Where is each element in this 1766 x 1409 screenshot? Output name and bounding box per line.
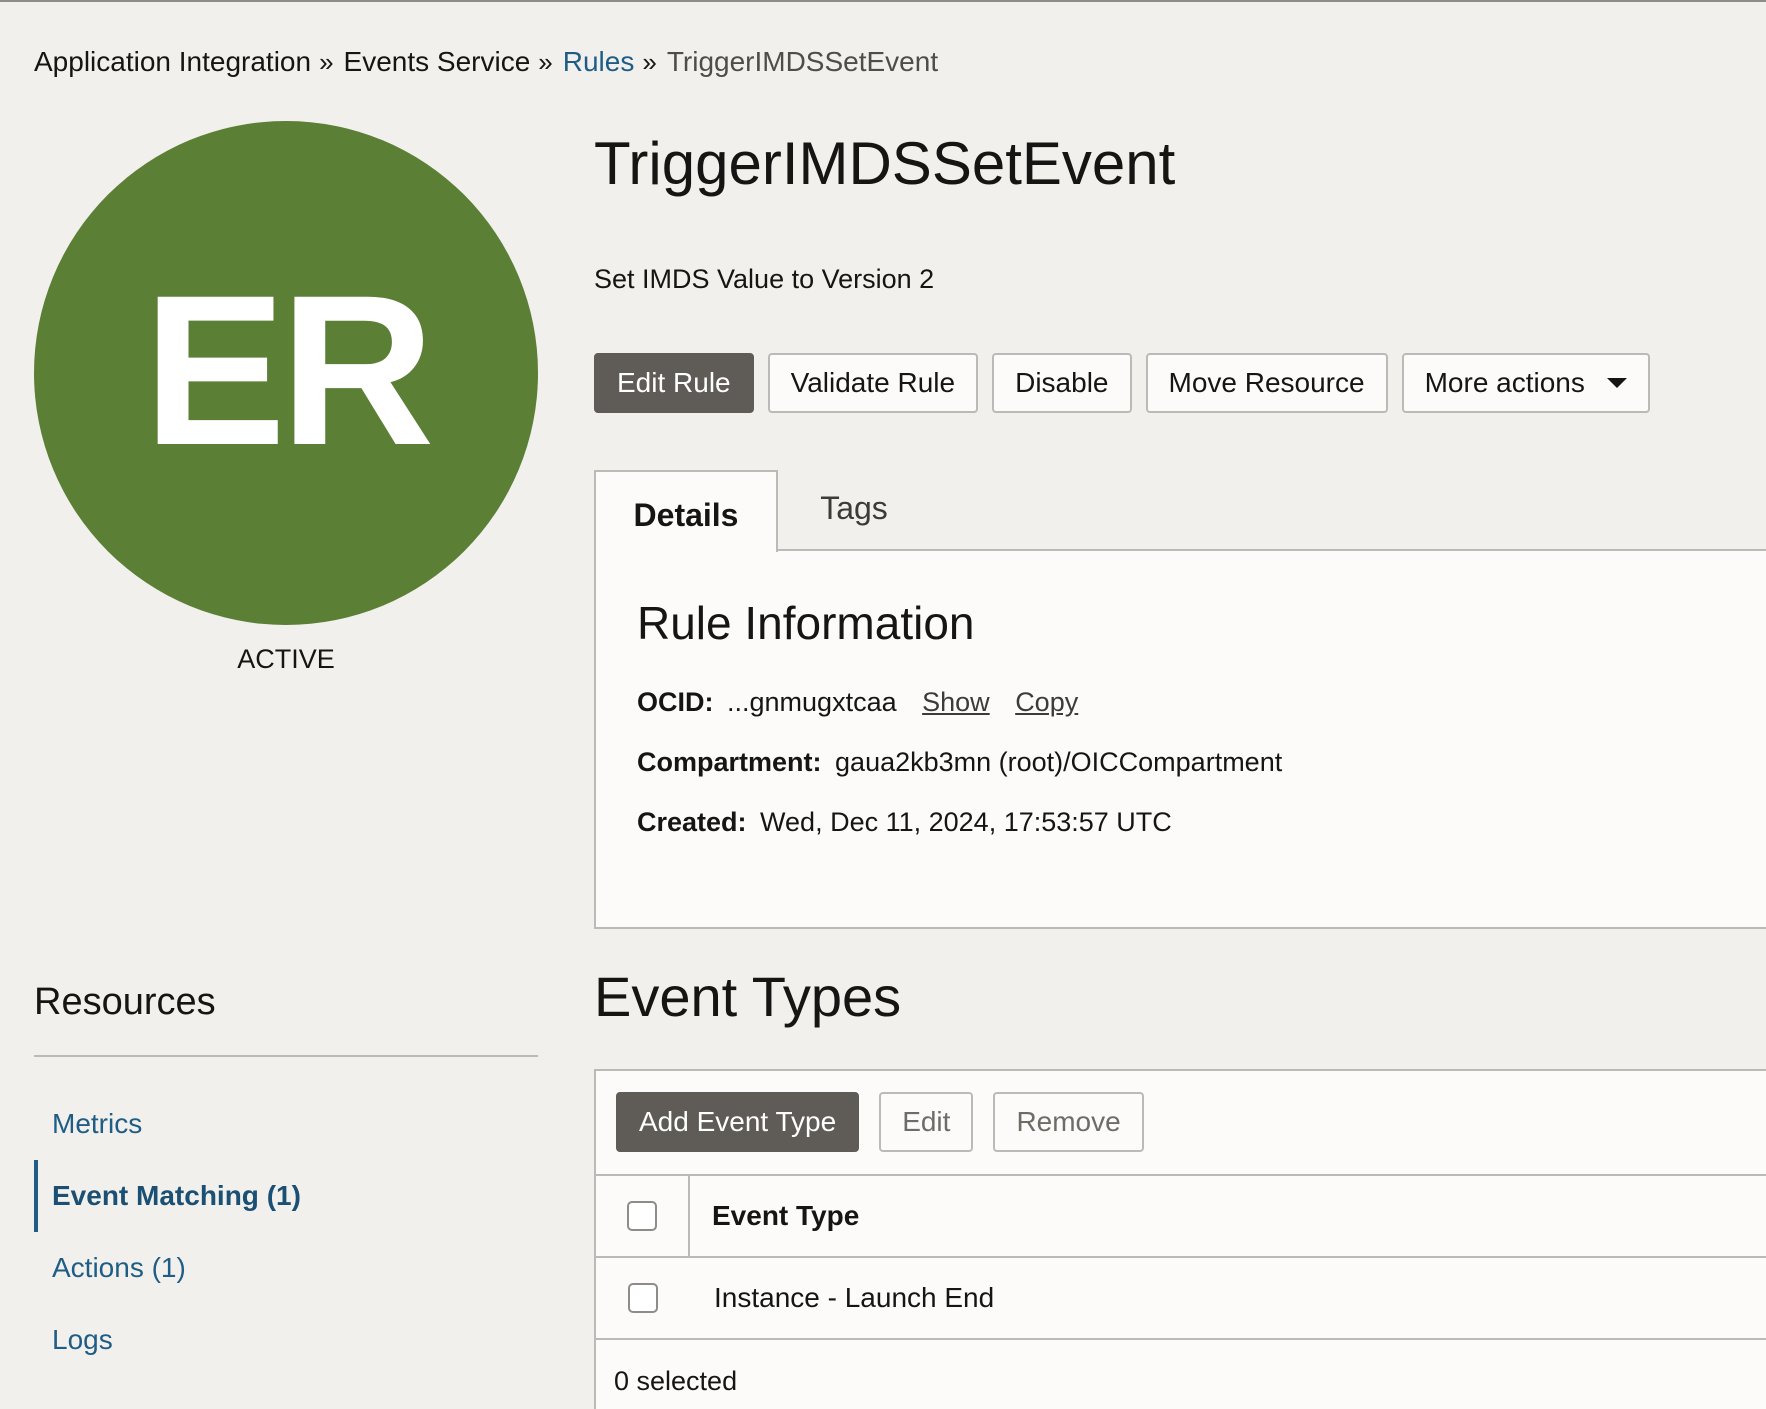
select-all-checkbox[interactable] xyxy=(627,1201,657,1231)
breadcrumb-events-service[interactable]: Events Service xyxy=(344,44,531,80)
resource-item-logs[interactable]: Logs xyxy=(34,1304,538,1376)
add-event-type-button[interactable]: Add Event Type xyxy=(616,1092,860,1152)
row-select-cell xyxy=(596,1258,690,1338)
breadcrumb-separator: » xyxy=(538,47,553,77)
column-header-event-type[interactable]: Event Type xyxy=(690,1200,859,1232)
move-resource-button[interactable]: Move Resource xyxy=(1145,353,1388,413)
compartment-value: gaua2kb3mn (root)/OICCompartment xyxy=(835,747,1283,777)
resource-item-actions[interactable]: Actions (1) xyxy=(34,1232,538,1304)
more-actions-button[interactable]: More actions xyxy=(1401,353,1650,413)
caret-down-icon xyxy=(1606,378,1627,388)
compartment-row: Compartment: gaua2kb3mn (root)/OICCompar… xyxy=(637,745,1282,779)
select-all-cell xyxy=(596,1176,690,1256)
breadcrumb-current: TriggerIMDSSetEvent xyxy=(666,46,939,77)
created-label: Created: xyxy=(637,807,747,837)
details-panel: Rule Information OCID: ...gnmugxtcaa Sho… xyxy=(594,549,1766,929)
resource-item-metrics[interactable]: Metrics xyxy=(34,1088,538,1160)
breadcrumb-rules-link[interactable]: Rules xyxy=(563,44,635,80)
table-row: Instance - Launch End xyxy=(596,1256,1766,1338)
rule-description: Set IMDS Value to Version 2 xyxy=(594,264,935,294)
breadcrumb: Application Integration » Events Service… xyxy=(34,44,938,80)
ocid-show-link[interactable]: Show xyxy=(922,687,990,717)
top-border xyxy=(0,0,1766,2)
resources-nav: Metrics Event Matching (1) Actions (1) L… xyxy=(34,1088,538,1376)
status-label: ACTIVE xyxy=(237,644,335,674)
validate-rule-button[interactable]: Validate Rule xyxy=(767,353,979,413)
avatar-initials: ER xyxy=(143,251,434,490)
selected-count: 0 selected xyxy=(614,1366,738,1396)
created-row: Created: Wed, Dec 11, 2024, 17:53:57 UTC xyxy=(637,805,1172,839)
breadcrumb-separator: » xyxy=(642,47,657,77)
breadcrumb-application-integration[interactable]: Application Integration xyxy=(34,44,311,80)
tab-details[interactable]: Details xyxy=(594,470,778,552)
row-checkbox[interactable] xyxy=(628,1283,658,1313)
tab-tags[interactable]: Tags xyxy=(784,470,924,546)
edit-event-type-button[interactable]: Edit xyxy=(879,1092,974,1152)
event-types-panel: Add Event Type Edit Remove Event Type In… xyxy=(594,1069,1766,1409)
breadcrumb-separator: » xyxy=(319,47,334,77)
event-types-table: Event Type Instance - Launch End xyxy=(596,1174,1766,1340)
event-types-toolbar: Add Event Type Edit Remove xyxy=(616,1092,1144,1152)
resource-item-event-matching[interactable]: Event Matching (1) xyxy=(34,1160,538,1232)
disable-button[interactable]: Disable xyxy=(992,353,1132,413)
resource-avatar: ER xyxy=(34,121,538,625)
more-actions-label: More actions xyxy=(1424,367,1585,398)
resources-title: Resources xyxy=(34,981,216,1023)
ocid-copy-link[interactable]: Copy xyxy=(1015,687,1078,717)
created-value: Wed, Dec 11, 2024, 17:53:57 UTC xyxy=(760,807,1172,837)
page-title: TriggerIMDSSetEvent xyxy=(594,130,1176,197)
compartment-label: Compartment: xyxy=(637,747,822,777)
event-type-cell: Instance - Launch End xyxy=(714,1282,995,1313)
edit-rule-button[interactable]: Edit Rule xyxy=(594,353,754,413)
remove-event-type-button[interactable]: Remove xyxy=(993,1092,1144,1152)
resources-divider xyxy=(34,1055,538,1057)
rule-information-title: Rule Information xyxy=(637,597,975,649)
ocid-value: ...gnmugxtcaa xyxy=(727,687,897,717)
action-bar: Edit Rule Validate Rule Disable Move Res… xyxy=(594,353,1650,413)
ocid-row: OCID: ...gnmugxtcaa Show Copy xyxy=(637,685,1078,719)
table-header-row: Event Type xyxy=(596,1174,1766,1256)
event-types-title: Event Types xyxy=(594,965,902,1028)
ocid-label: OCID: xyxy=(637,687,714,717)
table-footer-divider xyxy=(596,1338,1766,1340)
